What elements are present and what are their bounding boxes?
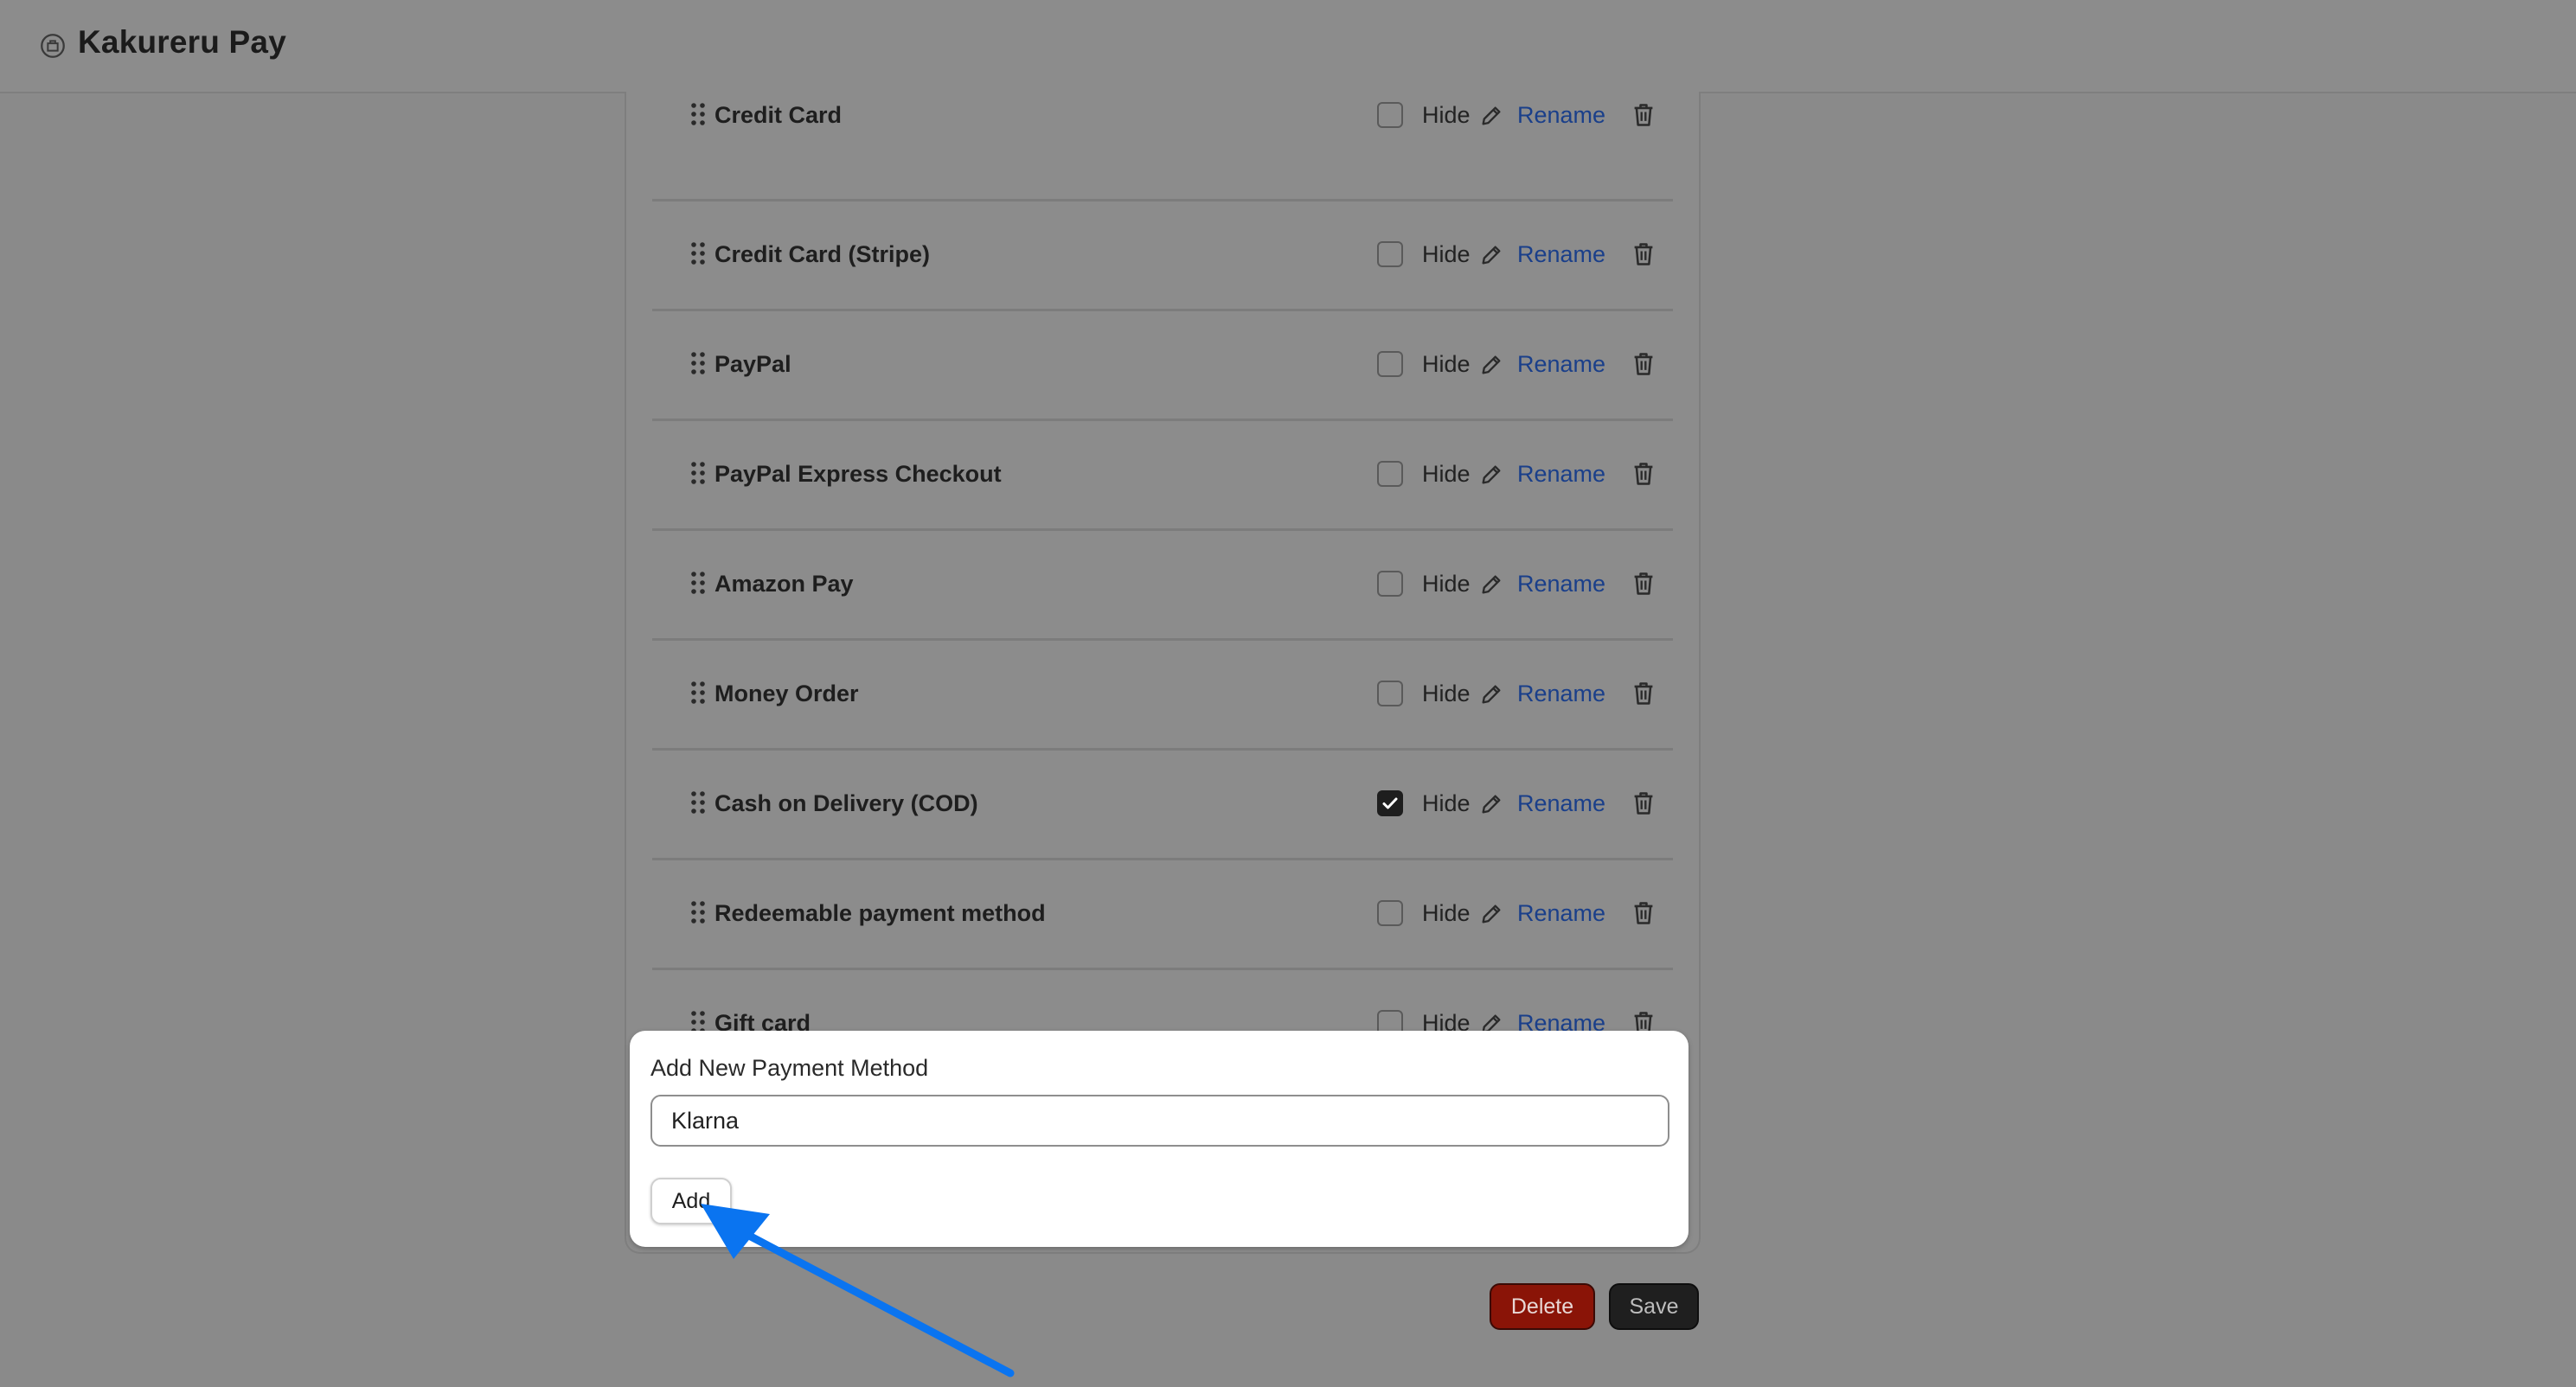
add-button[interactable]: Add — [650, 1178, 732, 1224]
hide-label: Hide — [1422, 351, 1471, 377]
rename-link[interactable]: Rename — [1517, 681, 1605, 707]
trash-icon[interactable] — [1631, 102, 1656, 128]
trash-icon[interactable] — [1631, 790, 1656, 816]
drag-handle-icon[interactable] — [690, 102, 706, 126]
trash-icon[interactable] — [1631, 241, 1656, 267]
hide-label: Hide — [1422, 790, 1471, 816]
pencil-icon[interactable] — [1479, 353, 1503, 377]
pencil-icon[interactable] — [1479, 682, 1503, 706]
hide-label: Hide — [1422, 900, 1471, 926]
payment-method-row: Credit Card (Stripe) Hide Rename — [652, 201, 1673, 311]
trash-icon[interactable] — [1631, 351, 1656, 377]
payment-method-name: PayPal — [714, 351, 791, 377]
hide-checkbox[interactable] — [1377, 900, 1403, 926]
payment-method-row: Redeemable payment method Hide Rename — [652, 860, 1673, 970]
hide-label: Hide — [1422, 102, 1471, 128]
payment-method-row: PayPal Express Checkout Hide Rename — [652, 421, 1673, 531]
trash-icon[interactable] — [1631, 571, 1656, 597]
rename-link[interactable]: Rename — [1517, 790, 1605, 817]
hide-checkbox[interactable] — [1377, 241, 1403, 267]
drag-handle-icon[interactable] — [690, 351, 706, 375]
rename-link[interactable]: Rename — [1517, 571, 1605, 598]
save-button[interactable]: Save — [1609, 1283, 1699, 1330]
rename-link[interactable]: Rename — [1517, 461, 1605, 488]
payment-method-name: Redeemable payment method — [714, 900, 1046, 926]
payment-method-row: PayPal Hide Rename — [652, 311, 1673, 421]
pencil-icon[interactable] — [1479, 902, 1503, 926]
pencil-icon[interactable] — [1479, 104, 1503, 128]
payment-method-row: Credit Card Hide Rename — [652, 92, 1673, 201]
add-payment-method-card: Add New Payment Method Add — [630, 1031, 1688, 1247]
trash-icon[interactable] — [1631, 900, 1656, 926]
hide-label: Hide — [1422, 241, 1471, 267]
pencil-icon[interactable] — [1479, 572, 1503, 597]
top-bar: Kakureru Pay — [0, 0, 2576, 93]
drag-handle-icon[interactable] — [690, 571, 706, 595]
payment-method-name: Amazon Pay — [714, 571, 854, 597]
trash-icon[interactable] — [1631, 461, 1656, 487]
hide-checkbox[interactable] — [1377, 681, 1403, 706]
payment-method-name: Credit Card (Stripe) — [714, 241, 931, 267]
payment-method-name: PayPal Express Checkout — [714, 461, 1002, 487]
hide-checkbox[interactable] — [1377, 571, 1403, 597]
pencil-icon[interactable] — [1479, 792, 1503, 816]
payment-method-list: Credit Card Hide Rename Credit Card (Str… — [652, 92, 1673, 1077]
hide-checkbox[interactable] — [1377, 102, 1403, 128]
hide-label: Hide — [1422, 571, 1471, 597]
checkmark-icon — [1382, 797, 1398, 809]
hide-checkbox[interactable] — [1377, 351, 1403, 377]
payment-method-name-input[interactable] — [650, 1095, 1669, 1147]
rename-link[interactable]: Rename — [1517, 102, 1605, 129]
drag-handle-icon[interactable] — [690, 790, 706, 815]
trash-icon[interactable] — [1631, 681, 1656, 706]
payment-method-name: Money Order — [714, 681, 859, 706]
app-title: Kakureru Pay — [78, 24, 286, 60]
rename-link[interactable]: Rename — [1517, 351, 1605, 378]
delete-button[interactable]: Delete — [1490, 1283, 1595, 1330]
pencil-icon[interactable] — [1479, 243, 1503, 267]
payment-method-row: Amazon Pay Hide Rename — [652, 531, 1673, 641]
drag-handle-icon[interactable] — [690, 681, 706, 705]
wallet-icon — [41, 34, 65, 58]
hide-label: Hide — [1422, 461, 1471, 487]
hide-checkbox[interactable] — [1377, 461, 1403, 487]
rename-link[interactable]: Rename — [1517, 900, 1605, 927]
drag-handle-icon[interactable] — [690, 900, 706, 924]
drag-handle-icon[interactable] — [690, 241, 706, 265]
payment-method-row: Money Order Hide Rename — [652, 641, 1673, 751]
hide-checkbox[interactable] — [1377, 790, 1403, 816]
pencil-icon[interactable] — [1479, 463, 1503, 487]
hide-label: Hide — [1422, 681, 1471, 706]
add-payment-method-label: Add New Payment Method — [650, 1055, 929, 1081]
payment-method-name: Credit Card — [714, 102, 843, 128]
rename-link[interactable]: Rename — [1517, 241, 1605, 268]
drag-handle-icon[interactable] — [690, 461, 706, 485]
payment-method-row: Cash on Delivery (COD) Hide Rename — [652, 751, 1673, 860]
payment-method-name: Cash on Delivery (COD) — [714, 790, 978, 816]
